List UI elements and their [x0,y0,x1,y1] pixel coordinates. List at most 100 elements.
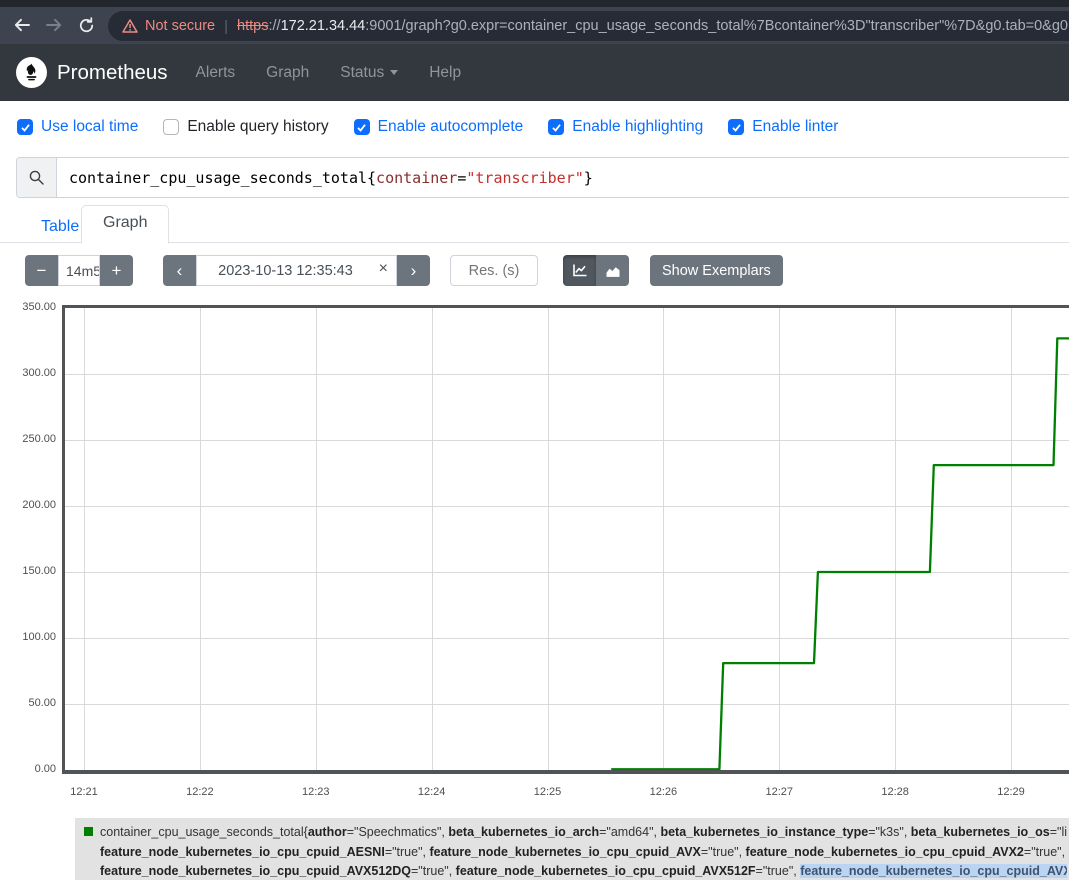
y-axis-tick-label: 250.00 [0,433,56,445]
line-chart-toggle[interactable] [563,255,596,286]
legend-label-name: feature_node_kubernetes_io_cpu_cpuid_AVX… [746,845,1024,859]
checkbox-icon[interactable] [17,119,33,135]
clear-icon[interactable]: × [379,260,388,278]
check-icon [731,122,742,133]
resolution-input[interactable] [450,255,538,286]
y-axis-tick-label: 100.00 [0,631,56,643]
url-path: :9001/graph?g0.expr=container_cpu_usage_… [365,18,1069,34]
option-enable-highlighting[interactable]: Enable highlighting [548,118,703,136]
url-bar[interactable]: Not secure | https :// 172.21.34.44 :900… [108,11,1069,41]
query-token: container_cpu_usage_seconds_total [69,169,367,187]
checkbox-label: Enable linter [752,118,838,136]
query-token: = [457,169,466,187]
nav-item-status-label: Status [340,64,384,82]
nav-item-alerts[interactable]: Alerts [196,64,236,82]
x-axis-tick-label: 12:21 [58,786,110,798]
range-increase-button[interactable]: + [100,255,133,286]
legend-line: feature_node_kubernetes_io_cpu_cpuid_AVX… [84,862,1067,880]
legend-label-name: feature_node_kubernetes_io_cpu_cpuid_AES… [100,845,385,859]
legend-label-name: author [308,825,347,839]
checkbox-label: Use local time [41,118,138,136]
checkbox-icon[interactable] [163,119,179,135]
checkbox-icon[interactable] [728,119,744,135]
x-axis-tick-label: 12:28 [869,786,921,798]
checkbox-icon[interactable] [548,119,564,135]
legend-label-value: ="amd64", [599,825,660,839]
y-axis-tick-label: 50.00 [0,697,56,709]
caret-down-icon [390,70,398,75]
check-icon [356,122,367,133]
check-icon [551,122,562,133]
back-icon [13,17,31,33]
time-forward-button[interactable]: › [397,255,430,286]
datetime-input[interactable] [196,255,397,286]
tab-graph[interactable]: Graph [81,205,169,244]
option-enable-query-history[interactable]: Enable query history [163,118,328,136]
browser-tabstrip [0,0,1069,7]
brand-title: Prometheus [57,61,168,85]
query-token: "transcriber" [466,169,583,187]
nav-item-status[interactable]: Status [340,64,398,82]
nav-item-alerts-label: Alerts [196,64,236,82]
forward-button[interactable] [40,11,68,39]
range-decrease-button[interactable]: − [25,255,58,286]
checkbox-icon[interactable] [354,119,370,135]
options-row: Use local time Enable query history Enable… [17,113,838,141]
chart-type-toggle [563,255,629,286]
query-token: { [367,169,376,187]
not-secure-label: Not secure [145,18,215,34]
query-token: } [584,169,593,187]
checkbox-label: Enable query history [187,118,328,136]
y-axis-tick-label: 150.00 [0,565,56,577]
x-axis-tick-label: 12:22 [174,786,226,798]
warning-icon [122,19,138,33]
option-enable-autocomplete[interactable]: Enable autocomplete [354,118,524,136]
legend-label-value: ="true", [1024,845,1067,859]
checkbox-label: Enable highlighting [572,118,703,136]
legend-label-value: ="linux", [1050,825,1067,839]
x-axis-tick-label: 12:25 [522,786,574,798]
show-exemplars-button[interactable]: Show Exemplars [650,255,783,286]
flame-icon [21,62,42,83]
reload-button[interactable] [72,11,100,39]
legend-swatch [84,827,93,836]
plot-area[interactable] [62,305,1069,774]
x-axis-tick-label: 12:24 [406,786,458,798]
legend-label-name: feature_node_kubernetes_io_cpu_cpuid_AVX… [100,864,411,878]
panel-tabs: Table Graph [0,205,1069,243]
nav-item-graph[interactable]: Graph [266,64,309,82]
prometheus-navbar: Prometheus Alerts Graph Status Help [0,44,1069,101]
line-chart-icon [572,263,588,278]
checkbox-label: Enable autocomplete [378,118,524,136]
y-axis-tick-label: 300.00 [0,367,56,379]
option-enable-linter[interactable]: Enable linter [728,118,838,136]
nav-item-graph-label: Graph [266,64,309,82]
legend-line: container_cpu_usage_seconds_total{author… [84,823,1067,843]
time-back-button[interactable]: ‹ [163,255,196,286]
legend-label-name: beta_kubernetes_io_arch [448,825,599,839]
graph-panel: 0.0050.00100.00150.00200.00250.00300.003… [0,295,1069,810]
series-line [65,308,1069,770]
url-separator: | [224,18,228,35]
legend-label-value: container_cpu_usage_seconds_total{ [100,825,308,839]
series-legend[interactable]: container_cpu_usage_seconds_total{author… [75,818,1069,880]
query-expression-input[interactable]: container_cpu_usage_seconds_total{contai… [57,158,1069,197]
x-axis-tick-label: 12:27 [753,786,805,798]
legend-label-value: ="Speechmatics", [347,825,449,839]
range-input-group: − + [25,255,133,286]
legend-label-value: ="k3s", [868,825,911,839]
stacked-chart-toggle[interactable] [596,255,629,286]
legend-label-name: beta_kubernetes_io_os [911,825,1050,839]
legend-label-name: beta_kubernetes_io_instance_type [660,825,868,839]
search-icon [28,169,45,186]
back-button[interactable] [8,11,36,39]
stacked-chart-icon [605,263,621,278]
browser-toolbar: Not secure | https :// 172.21.34.44 :900… [0,7,1069,44]
nav-item-help[interactable]: Help [429,64,461,82]
x-axis-tick-label: 12:26 [637,786,689,798]
option-use-local-time[interactable]: Use local time [17,118,138,136]
range-input[interactable] [58,255,100,286]
legend-label-value: ="true", [756,864,801,878]
y-axis-tick-label: 200.00 [0,499,56,511]
time-input-group: ‹ × › [163,255,430,286]
